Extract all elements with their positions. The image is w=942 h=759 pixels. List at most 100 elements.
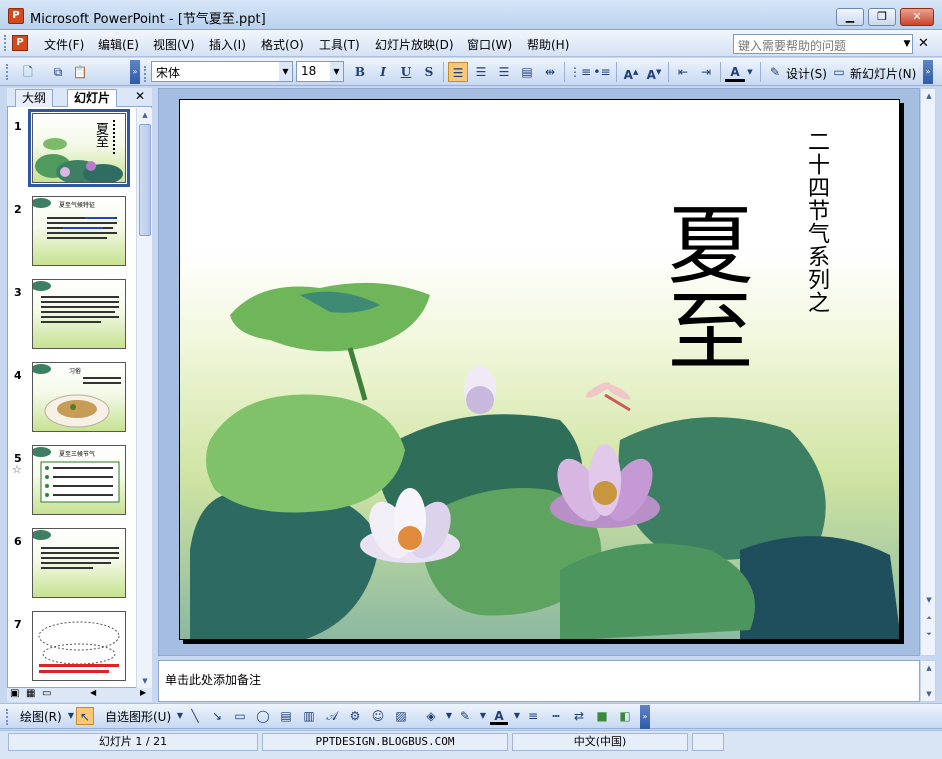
slide-thumbnail-5[interactable]: 夏至三候节气 — [32, 445, 126, 515]
slide-thumbnail-6[interactable] — [32, 528, 126, 598]
shadow-style-icon[interactable]: ■ — [593, 707, 611, 725]
slide-thumbnail-3[interactable] — [32, 279, 126, 349]
slide-subtitle[interactable]: 二十四节气系列之 — [797, 130, 829, 314]
design-button[interactable]: 设计(S) — [786, 65, 827, 82]
menu-help[interactable]: 帮助(H) — [527, 36, 569, 53]
picture-icon[interactable]: ▨ — [392, 707, 410, 725]
menu-tools[interactable]: 工具(T) — [319, 36, 360, 53]
new-slide-button[interactable]: 新幻灯片(N) — [850, 65, 916, 82]
scroll-up-icon[interactable]: ▲ — [137, 108, 153, 122]
menu-view[interactable]: 视图(V) — [153, 36, 195, 53]
menu-window[interactable]: 窗口(W) — [467, 36, 512, 53]
underline-button[interactable]: U — [396, 62, 416, 82]
restore-button[interactable]: ❐ — [868, 8, 896, 26]
slide-sorter-icon[interactable]: ▦ — [26, 688, 35, 699]
bold-button[interactable]: B — [350, 62, 370, 82]
powerpoint-icon[interactable]: P — [8, 8, 24, 24]
notes-pane[interactable]: 单击此处添加备注 — [158, 660, 920, 702]
chevron-down-icon[interactable]: ▼ — [330, 62, 343, 81]
vertical-textbox-icon[interactable]: ▥ — [300, 707, 318, 725]
previous-slide-icon[interactable]: ⏶ — [921, 611, 937, 625]
scroll-up-icon[interactable]: ▲ — [921, 89, 937, 103]
scrollbar-thumb[interactable] — [139, 124, 151, 236]
italic-button[interactable]: I — [373, 62, 393, 82]
document-close-icon[interactable]: ✕ — [918, 36, 929, 51]
notes-scrollbar[interactable]: ▲ ▼ — [920, 660, 936, 702]
normal-view-icon[interactable]: ▣ — [10, 688, 19, 699]
next-slide-icon[interactable]: ⏷ — [921, 627, 937, 641]
toolbar-overflow-icon[interactable]: » — [130, 60, 140, 84]
font-color-icon[interactable]: A — [725, 62, 745, 82]
increase-font-icon[interactable]: A▲ — [621, 62, 641, 82]
menu-slideshow[interactable]: 幻灯片放映(D) — [375, 36, 454, 53]
shadow-button[interactable]: S — [419, 62, 439, 82]
toolbar-grip-2[interactable] — [144, 66, 147, 82]
scroll-left-icon[interactable]: ◀ — [90, 688, 96, 697]
3d-style-icon[interactable]: ◧ — [616, 707, 634, 725]
document-icon[interactable]: P — [12, 35, 28, 51]
copy-icon[interactable]: ⧉ — [48, 62, 68, 82]
chevron-down-icon[interactable]: ▼ — [279, 62, 292, 81]
numbering-icon[interactable]: ⋮≡ — [569, 62, 591, 82]
font-color-icon[interactable]: A — [490, 707, 508, 725]
slides-pane-scrollbar[interactable]: ▲ ▼ — [136, 108, 152, 688]
slide-area-scrollbar[interactable]: ▲ ▼ ⏶ ⏷ — [920, 88, 936, 656]
new-document-icon[interactable]: 🗋 — [18, 62, 38, 82]
font-name-select[interactable]: 宋体 ▼ — [151, 61, 293, 82]
tab-slides[interactable]: 幻灯片 — [67, 89, 118, 107]
wordart-icon[interactable]: 𝒜 — [323, 707, 341, 725]
menu-edit[interactable]: 编辑(E) — [98, 36, 139, 53]
distribute-icon[interactable]: ⇹ — [540, 62, 560, 82]
close-button[interactable]: ✕ — [900, 8, 934, 26]
scroll-down-icon[interactable]: ▼ — [921, 687, 937, 701]
paste-icon[interactable]: 📋 — [70, 62, 90, 82]
line-style-icon[interactable]: ≡ — [524, 707, 542, 725]
dash-style-icon[interactable]: ┅ — [547, 707, 565, 725]
menu-insert[interactable]: 插入(I) — [209, 36, 246, 53]
draw-menu-button[interactable]: 绘图(R) — [20, 708, 62, 725]
arrow-icon[interactable]: ↘ — [208, 707, 226, 725]
chevron-down-icon[interactable]: ▼ — [745, 62, 755, 82]
oval-icon[interactable]: ◯ — [254, 707, 272, 725]
select-pointer-icon[interactable]: ↖ — [76, 707, 94, 725]
close-pane-icon[interactable]: ✕ — [135, 89, 145, 103]
textbox-icon[interactable]: ▤ — [277, 707, 295, 725]
line-icon[interactable]: ╲ — [186, 707, 204, 725]
minimize-button[interactable]: ▁ — [836, 8, 864, 26]
scroll-down-icon[interactable]: ▼ — [137, 674, 153, 688]
scroll-right-icon[interactable]: ▶ — [140, 688, 146, 697]
scroll-up-icon[interactable]: ▲ — [921, 661, 937, 675]
diagram-icon[interactable]: ⚙ — [346, 707, 364, 725]
font-size-select[interactable]: 18 ▼ — [296, 61, 344, 82]
align-right-button[interactable]: ☰ — [494, 62, 514, 82]
menu-format[interactable]: 格式(O) — [261, 36, 304, 53]
decrease-indent-icon[interactable]: ⇤ — [673, 62, 693, 82]
arrow-style-icon[interactable]: ⇄ — [570, 707, 588, 725]
toolbar-overflow-icon[interactable]: » — [923, 60, 933, 84]
slideshow-icon[interactable]: ▭ — [42, 688, 51, 699]
clipart-icon[interactable]: ☺ — [369, 707, 387, 725]
slide-thumbnail-7[interactable] — [32, 611, 126, 681]
bullets-icon[interactable]: •≡ — [592, 62, 612, 82]
toolbar-grip[interactable] — [6, 64, 9, 80]
slide-thumbnail-2[interactable]: 夏至气候特征 — [32, 196, 126, 266]
toolbar-grip[interactable] — [6, 709, 9, 725]
justify-button[interactable]: ▤ — [517, 62, 537, 82]
align-left-button[interactable]: ☰ — [448, 62, 468, 82]
help-dropdown-icon[interactable]: ▼ — [901, 35, 913, 53]
autoshapes-button[interactable]: 自选图形(U) — [105, 708, 171, 725]
slide-title[interactable]: 夏至 — [648, 200, 752, 372]
slide-canvas[interactable]: 二十四节气系列之 夏至 — [179, 99, 900, 640]
slide-thumbnail-4[interactable]: 习俗 — [32, 362, 126, 432]
align-center-button[interactable]: ☰ — [471, 62, 491, 82]
menu-grip[interactable] — [4, 35, 7, 51]
scroll-down-icon[interactable]: ▼ — [921, 593, 937, 607]
tab-outline[interactable]: 大纲 — [15, 89, 54, 107]
menu-file[interactable]: 文件(F) — [44, 36, 84, 53]
rectangle-icon[interactable]: ▭ — [231, 707, 249, 725]
slide-thumbnail-1[interactable]: 夏至 — [28, 109, 130, 187]
decrease-font-icon[interactable]: A▼ — [644, 62, 664, 82]
line-color-icon[interactable]: ✎ — [456, 707, 474, 725]
toolbar-overflow-icon[interactable]: » — [640, 705, 650, 729]
fill-color-icon[interactable]: ◈ — [422, 707, 440, 725]
